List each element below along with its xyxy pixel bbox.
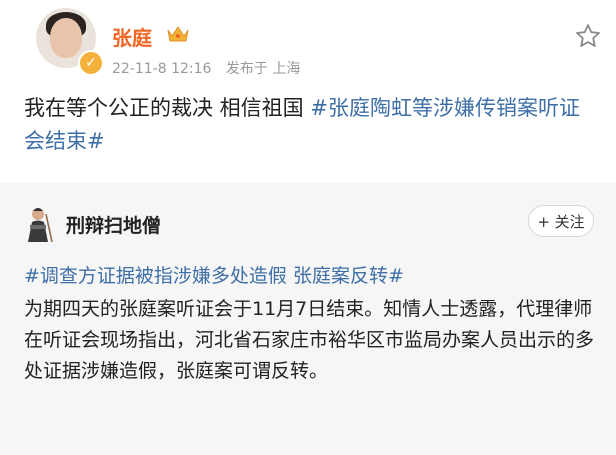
weibo-post: ✓ 张庭 22-11-8 12:16 发布于 上海 我在等个公正的裁决 相信祖国… <box>0 0 616 183</box>
post-meta: 22-11-8 12:16 发布于 上海 <box>112 58 310 78</box>
repost-body: 为期四天的张庭案听证会于11月7日结束。知情人士透露，代理律师在听证会现场指出，… <box>24 298 595 382</box>
follow-button[interactable]: + 关注 <box>528 205 594 237</box>
repost-author-name[interactable]: 刑辩扫地僧 <box>66 211 161 238</box>
post-text: 我在等个公正的裁决 相信祖国 <box>24 96 304 120</box>
post-author-name[interactable]: 张庭 <box>112 22 152 51</box>
reposted-card[interactable]: 刑辩扫地僧 + 关注 #调查方证据被指涉嫌多处造假 张庭案反转# 为期四天的张庭… <box>0 183 616 455</box>
avatar-face <box>50 18 82 58</box>
repost-topic-link[interactable]: #调查方证据被指涉嫌多处造假 张庭案反转# <box>24 261 404 288</box>
verified-badge-icon: ✓ <box>78 50 104 76</box>
post-body: 我在等个公正的裁决 相信祖国 #张庭陶虹等涉嫌传销案听证会结束# <box>24 92 594 158</box>
repost-avatar-icon[interactable] <box>24 206 54 244</box>
star-icon[interactable] <box>574 22 602 50</box>
post-time: 22-11-8 12:16 <box>112 61 212 77</box>
crown-icon <box>167 26 189 42</box>
post-source: 发布于 上海 <box>225 61 301 77</box>
